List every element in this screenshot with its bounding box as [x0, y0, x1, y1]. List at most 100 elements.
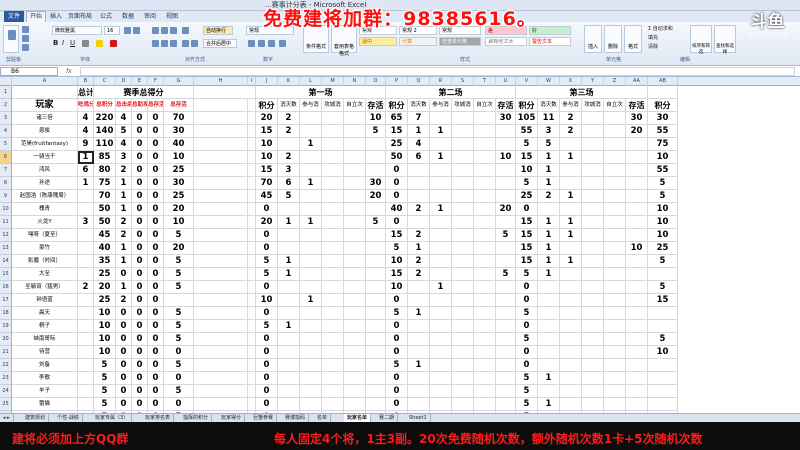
game3-cell[interactable] [604, 372, 626, 385]
game2-cell[interactable] [430, 398, 452, 411]
total-kills[interactable]: 0 [116, 320, 132, 333]
header-sub-game[interactable]: 消灭数 [408, 99, 430, 112]
game1-cell[interactable]: 5 [256, 268, 278, 281]
game3-cell[interactable] [582, 359, 604, 372]
game1-cell[interactable] [344, 203, 366, 216]
align-top-icon[interactable] [152, 27, 159, 34]
total-survive[interactable]: 0 [148, 346, 164, 359]
game3-cell[interactable] [582, 151, 604, 164]
column-header[interactable]: X [560, 77, 582, 86]
game3-cell[interactable]: 15 [516, 229, 538, 242]
game1-cell[interactable]: 70 [256, 177, 278, 190]
total-survive-2[interactable]: 20 [164, 203, 194, 216]
player-name[interactable]: 火龙Y [12, 216, 78, 229]
game3-cell[interactable] [626, 151, 648, 164]
player-name[interactable]: 刘备 [12, 359, 78, 372]
game3-cell[interactable] [538, 294, 560, 307]
game3-cell[interactable]: 10 [626, 242, 648, 255]
game1-cell[interactable] [300, 372, 322, 385]
game3-cell[interactable]: 2 [538, 190, 560, 203]
header-sub-game[interactable]: 消灭数 [538, 99, 560, 112]
player-name[interactable]: 峡南哥际 [12, 333, 78, 346]
currency-icon[interactable] [248, 40, 255, 47]
game2-cell[interactable]: 15 [386, 268, 408, 281]
total-assists[interactable]: 0 [132, 398, 148, 411]
game4-cell[interactable]: 10 [648, 216, 678, 229]
game3-cell[interactable]: 0 [516, 359, 538, 372]
game2-cell[interactable] [408, 164, 430, 177]
column-header[interactable]: Z [604, 77, 626, 86]
game1-cell[interactable]: 0 [256, 333, 278, 346]
total-points[interactable]: 220 [94, 112, 116, 125]
header-sub-game[interactable]: 参与消 [300, 99, 322, 112]
style-normal[interactable]: 常规 [359, 26, 397, 35]
game2-cell[interactable] [496, 216, 516, 229]
total-points[interactable]: 40 [94, 242, 116, 255]
game3-cell[interactable] [538, 333, 560, 346]
cell[interactable] [248, 216, 256, 229]
game3-cell[interactable]: 2 [560, 125, 582, 138]
total-survive[interactable]: 0 [148, 385, 164, 398]
total-chicken[interactable] [78, 385, 94, 398]
game1-cell[interactable] [344, 320, 366, 333]
game2-cell[interactable] [430, 255, 452, 268]
header-player[interactable]: 玩家 [12, 99, 78, 112]
game4-cell[interactable] [648, 320, 678, 333]
game1-cell[interactable] [278, 372, 300, 385]
total-kills[interactable]: 1 [116, 177, 132, 190]
game3-cell[interactable] [626, 164, 648, 177]
game3-cell[interactable] [626, 138, 648, 151]
game3-cell[interactable] [626, 216, 648, 229]
header-sub-game[interactable]: 积分 [386, 99, 408, 112]
total-survive-2[interactable]: 25 [164, 190, 194, 203]
game3-cell[interactable] [560, 385, 582, 398]
game3-cell[interactable] [582, 346, 604, 359]
player-name[interactable]: 大至 [12, 268, 78, 281]
game1-cell[interactable] [366, 138, 386, 151]
total-assists[interactable]: 0 [132, 294, 148, 307]
total-chicken[interactable]: 2 [78, 281, 94, 294]
game3-cell[interactable] [604, 216, 626, 229]
game2-cell[interactable] [496, 333, 516, 346]
column-header[interactable]: AA [626, 77, 648, 86]
game2-cell[interactable]: 30 [496, 112, 516, 125]
game3-cell[interactable] [604, 346, 626, 359]
cell[interactable] [194, 164, 248, 177]
game3-cell[interactable] [604, 138, 626, 151]
player-name[interactable]: 待营 [12, 346, 78, 359]
game1-cell[interactable] [366, 346, 386, 359]
game3-cell[interactable]: 15 [516, 255, 538, 268]
row-header[interactable]: 16 [0, 281, 11, 294]
game2-cell[interactable] [452, 372, 474, 385]
column-header[interactable]: Y [582, 77, 604, 86]
game1-cell[interactable] [322, 112, 344, 125]
total-assists[interactable]: 0 [132, 281, 148, 294]
total-survive[interactable]: 0 [148, 216, 164, 229]
total-survive-2[interactable]: 0 [164, 372, 194, 385]
game1-cell[interactable] [300, 320, 322, 333]
total-chicken[interactable]: 4 [78, 125, 94, 138]
game4-cell[interactable]: 15 [648, 294, 678, 307]
row-header[interactable]: 20 [0, 333, 11, 346]
game1-cell[interactable]: 0 [256, 385, 278, 398]
game1-cell[interactable] [344, 177, 366, 190]
game2-cell[interactable] [430, 307, 452, 320]
cell[interactable] [248, 190, 256, 203]
game2-cell[interactable]: 0 [386, 398, 408, 411]
game1-cell[interactable] [322, 281, 344, 294]
game1-cell[interactable] [344, 216, 366, 229]
game2-cell[interactable] [496, 372, 516, 385]
format-cells-button[interactable]: 格式 [624, 25, 642, 53]
game3-cell[interactable]: 0 [516, 294, 538, 307]
total-chicken[interactable] [78, 242, 94, 255]
row-header[interactable]: 25 [0, 398, 11, 411]
italic-button[interactable]: I [62, 39, 64, 47]
game2-cell[interactable]: 1 [430, 151, 452, 164]
game1-cell[interactable]: 2 [278, 112, 300, 125]
game1-cell[interactable] [278, 398, 300, 411]
game2-cell[interactable] [430, 138, 452, 151]
row-header[interactable]: 12 [0, 229, 11, 242]
game2-cell[interactable]: 0 [386, 164, 408, 177]
total-survive[interactable]: 0 [148, 242, 164, 255]
game1-cell[interactable]: 0 [256, 281, 278, 294]
